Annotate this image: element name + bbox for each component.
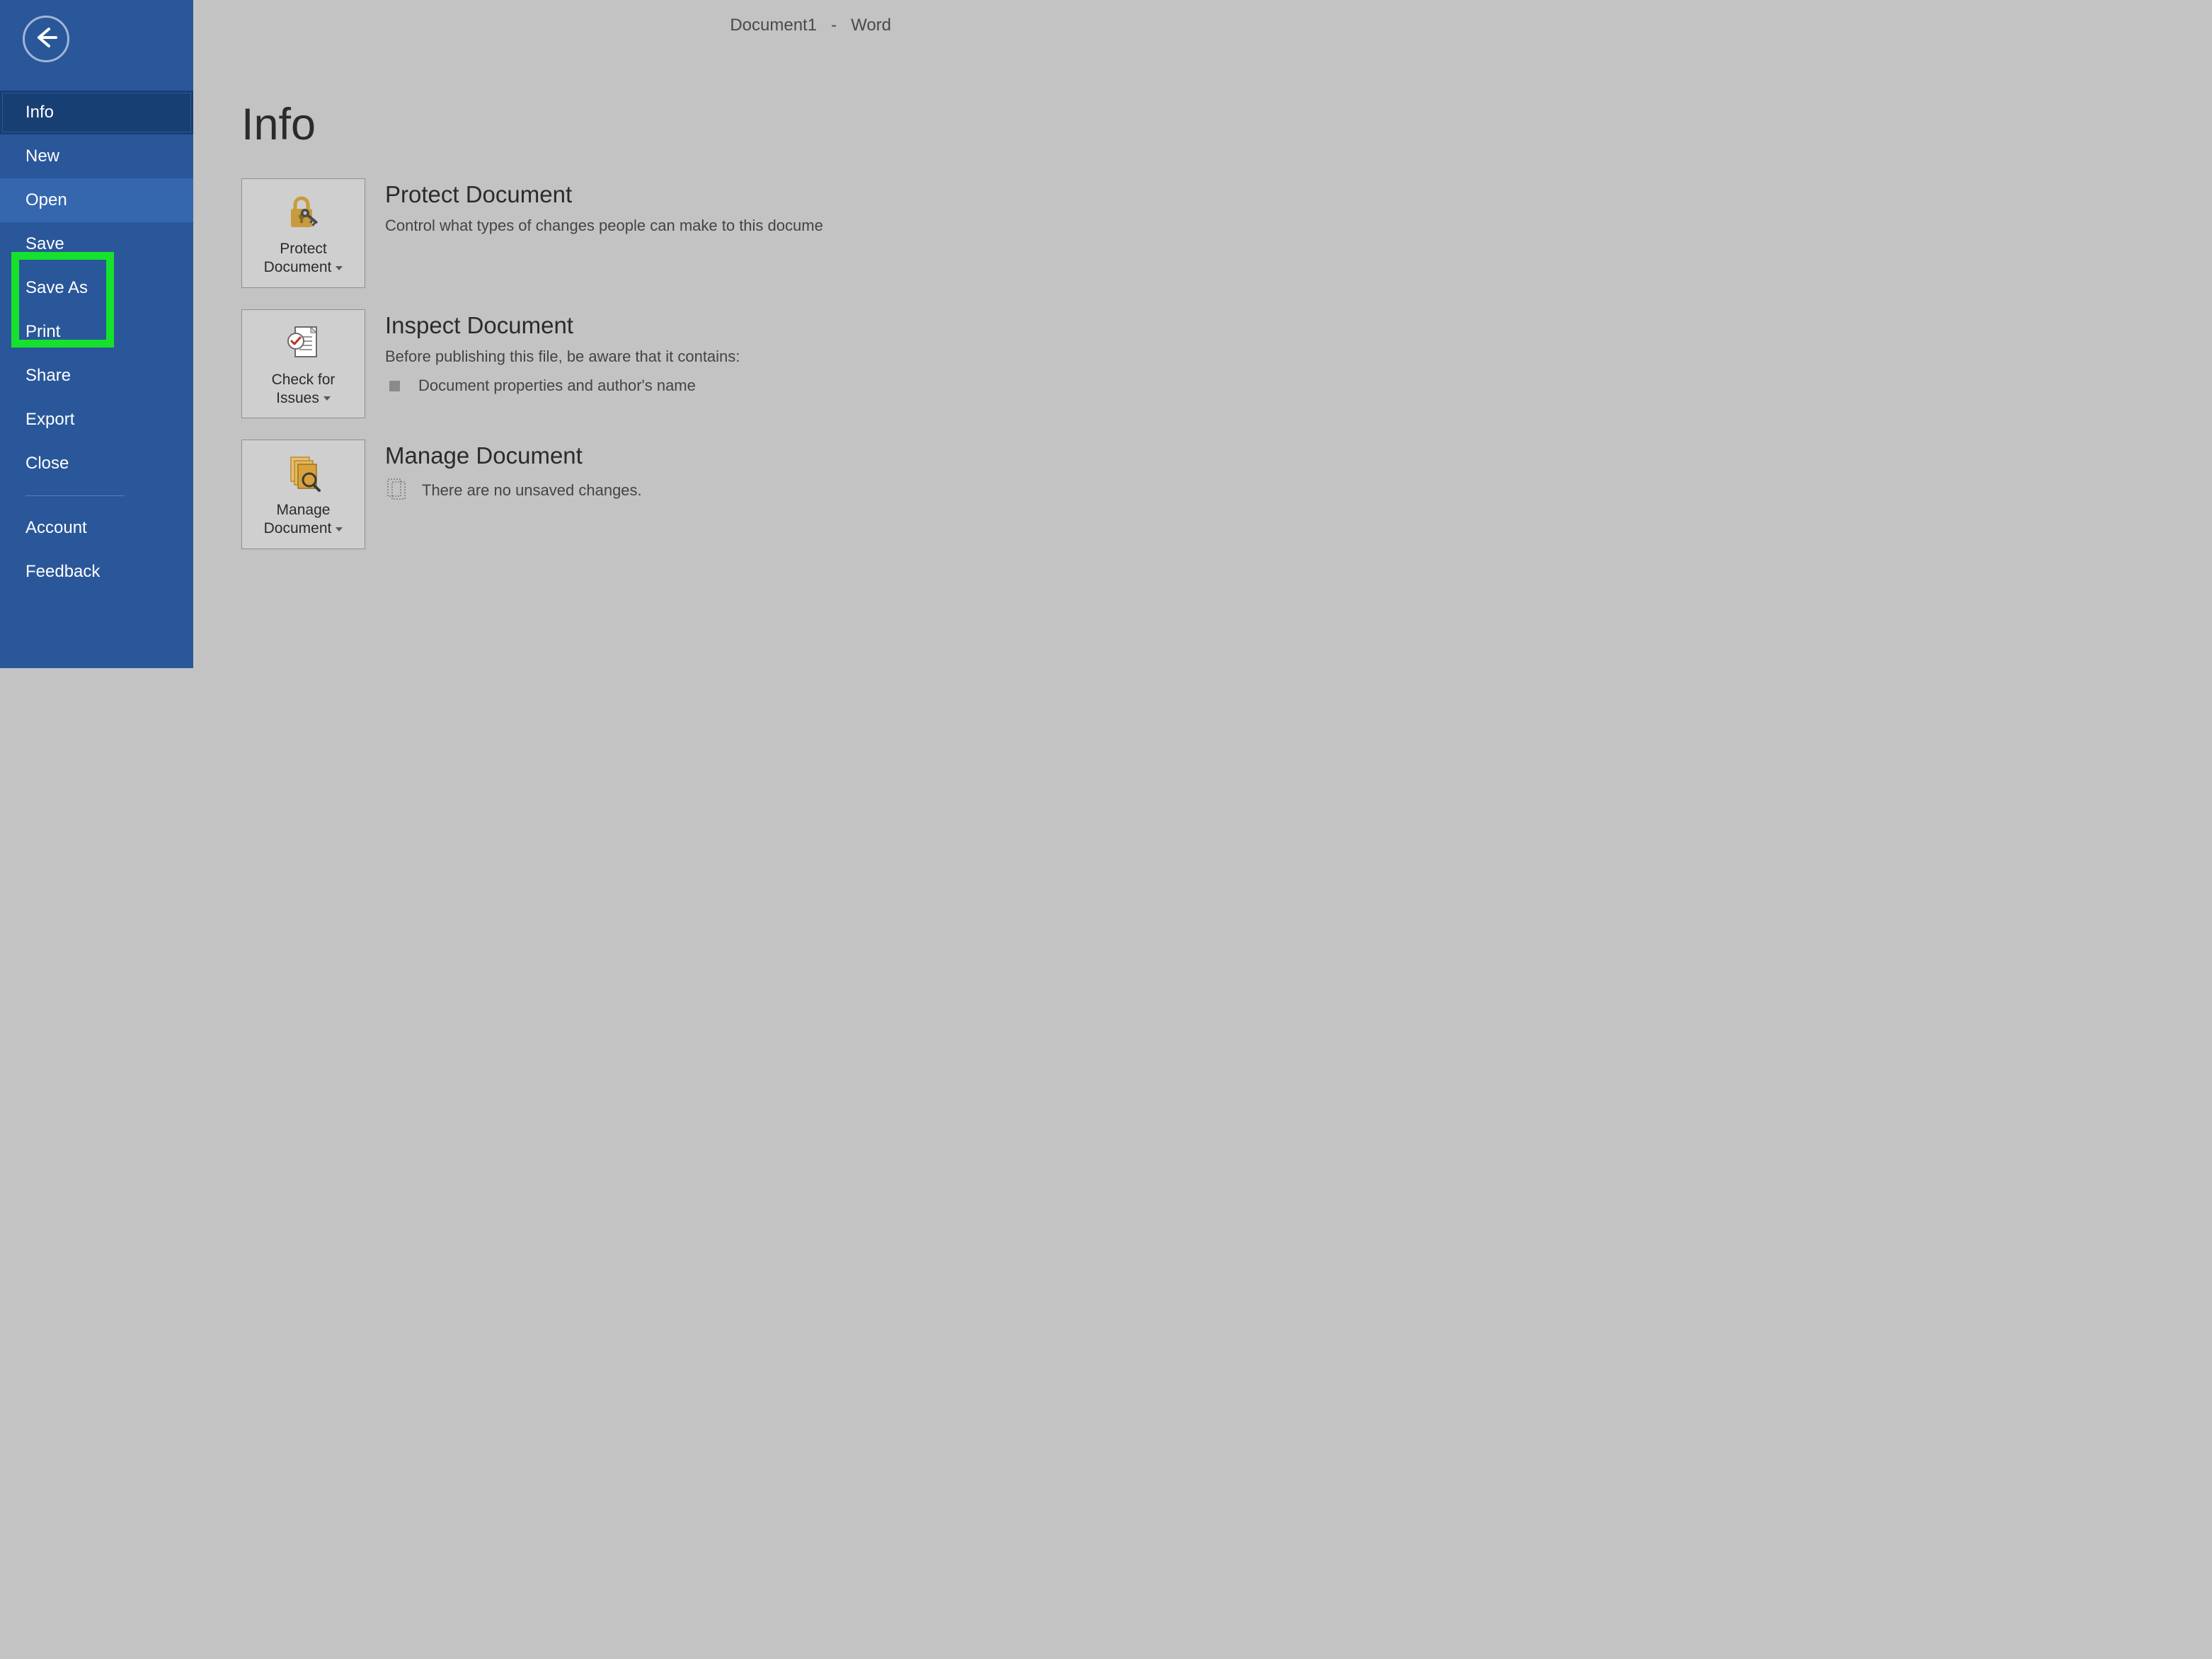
sidebar-item-share[interactable]: Share [0, 354, 193, 398]
sidebar-item-export[interactable]: Export [0, 398, 193, 442]
section-heading: Protect Document [385, 181, 891, 208]
sidebar-item-label: Save As [25, 278, 88, 297]
sidebar-item-label: Export [25, 410, 74, 429]
backstage-main: Document1 - Word Info [193, 0, 891, 668]
sidebar-item-label: Close [25, 454, 69, 473]
section-description: Before publishing this file, be aware th… [385, 346, 891, 367]
sidebar-item-label: Share [25, 366, 71, 385]
section-body: Inspect Document Before publishing this … [385, 309, 891, 396]
button-label-line1: Check for [272, 372, 336, 388]
document-stack-search-icon [284, 452, 323, 494]
section-body: Manage Document There are no unsaved cha… [385, 440, 891, 504]
back-button[interactable] [23, 16, 69, 62]
sidebar-item-feedback[interactable]: Feedback [0, 550, 193, 594]
button-label: Manage Document [264, 501, 343, 539]
section-manage: Manage Document Manage Document There ar… [241, 440, 891, 549]
inspect-bullet-row: Document properties and author's name [385, 375, 891, 396]
manage-status-row: There are no unsaved changes. [385, 476, 891, 504]
sidebar-item-info[interactable]: Info [0, 91, 193, 134]
button-label-line2: Document [264, 259, 332, 275]
button-label-line2: Issues [276, 390, 319, 406]
button-label: Protect Document [264, 240, 343, 277]
check-for-issues-button[interactable]: Check for Issues [241, 309, 365, 419]
document-name: Document1 [730, 16, 817, 35]
sidebar-item-label: Save [25, 234, 64, 253]
chevron-down-icon [336, 527, 343, 532]
sidebar-item-label: Feedback [25, 562, 100, 581]
section-body: Protect Document Control what types of c… [385, 178, 891, 236]
document-versions-icon [385, 476, 409, 504]
back-arrow-icon [32, 23, 60, 55]
sidebar-divider [25, 495, 125, 496]
inspect-bullet-text: Document properties and author's name [418, 375, 696, 396]
document-check-icon [284, 321, 323, 364]
sidebar-item-close[interactable]: Close [0, 442, 193, 486]
window-title: Document1 - Word [730, 16, 891, 35]
sidebar-item-account[interactable]: Account [0, 506, 193, 550]
sidebar-item-label: Print [25, 322, 60, 341]
section-heading: Inspect Document [385, 312, 891, 339]
sidebar-item-label: New [25, 147, 59, 166]
app-name: Word [851, 16, 891, 35]
lock-icon [284, 190, 323, 233]
backstage-sidebar: Info New Open Save Save As Print Share E… [0, 0, 193, 668]
sidebar-item-label: Open [25, 190, 67, 209]
manage-document-button[interactable]: Manage Document [241, 440, 365, 549]
section-heading: Manage Document [385, 442, 891, 469]
protect-document-button[interactable]: Protect Document [241, 178, 365, 288]
manage-status-text: There are no unsaved changes. [422, 480, 642, 501]
title-separator: - [831, 16, 837, 35]
button-label-line2: Document [264, 520, 332, 536]
button-label-line1: Protect [280, 241, 327, 257]
sidebar-item-label: Info [25, 103, 54, 122]
bullet-icon [389, 381, 400, 391]
page-title: Info [241, 99, 891, 150]
chevron-down-icon [336, 266, 343, 270]
sidebar-item-new[interactable]: New [0, 134, 193, 178]
sidebar-item-save[interactable]: Save [0, 222, 193, 266]
button-label: Check for Issues [272, 371, 336, 408]
app-root: Info New Open Save Save As Print Share E… [0, 0, 891, 668]
section-protect: Protect Document Protect Document Contro… [241, 178, 891, 288]
chevron-down-icon [323, 396, 331, 401]
section-description: Control what types of changes people can… [385, 215, 891, 236]
button-label-line1: Manage [277, 502, 331, 518]
sidebar-item-label: Account [25, 518, 87, 537]
sidebar-item-open[interactable]: Open [0, 178, 193, 222]
sidebar-item-print[interactable]: Print [0, 310, 193, 354]
section-inspect: Check for Issues Inspect Document Before… [241, 309, 891, 419]
sidebar-item-save-as[interactable]: Save As [0, 266, 193, 310]
